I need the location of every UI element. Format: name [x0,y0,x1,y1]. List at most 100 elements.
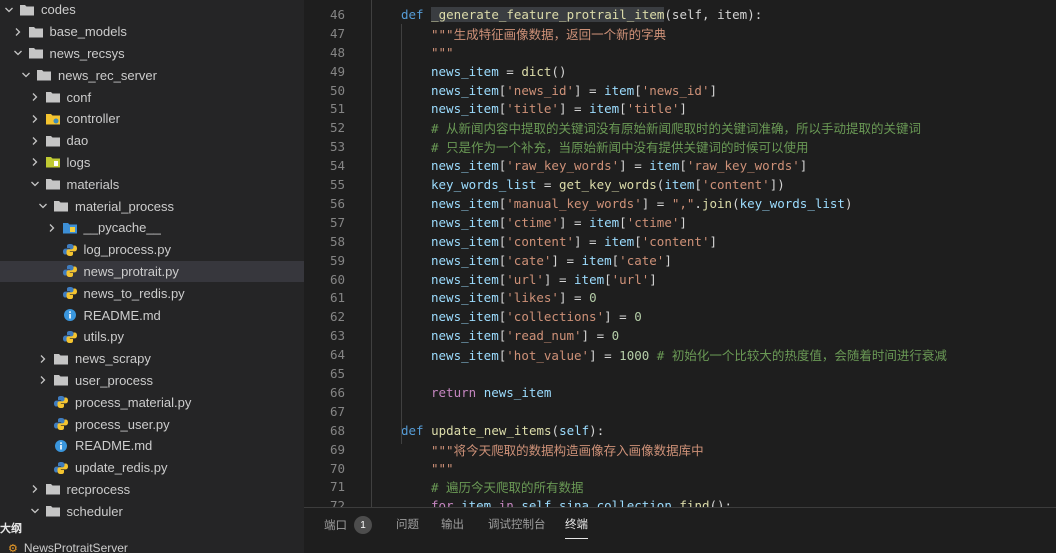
python-file-icon [62,286,78,300]
tree-item-label: news_to_redis.py [83,285,185,301]
code-line[interactable]: 58 news_item['content'] = item['content'] [304,232,1056,251]
tree-folder[interactable]: dao [0,130,304,152]
code-text: # 只是作为一个补充，当原始新闻中没有提供关键词的时候可以使用 [431,137,809,156]
tree-folder[interactable]: news_rec_server [0,64,304,86]
tree-item-label: README.md [83,307,161,323]
code-line[interactable]: 65 [304,364,1056,383]
code-token: 'hot_value' [506,348,590,364]
panel-tab[interactable]: 问题 [396,516,419,532]
chevron-right-icon[interactable] [36,352,50,366]
code-text: # 遍历今天爬取的所有数据 [431,477,584,496]
line-number: 62 [329,309,345,325]
code-line[interactable]: 54 news_item['raw_key_words'] = item['raw… [304,156,1056,175]
code-line[interactable]: 62 news_item['collections'] = 0 [304,307,1056,326]
tree-folder[interactable]: material_process [0,195,304,217]
python-file-icon [53,461,69,475]
tree-file[interactable]: news_to_redis.py [0,282,304,304]
chevron-right-icon[interactable] [28,112,42,126]
code-token: ] = [543,271,575,287]
tree-folder[interactable]: materials [0,173,304,195]
code-line[interactable]: 61 news_item['likes'] = 0 [304,289,1056,308]
outline-header[interactable]: 大纲 [0,518,304,538]
tree-file[interactable]: utils.py [0,326,304,348]
chevron-down-icon[interactable] [36,199,50,213]
code-line[interactable]: 64 news_item['hot_value'] = 1000 # 初始化一个比… [304,345,1056,364]
panel-tab-label: 端口 [324,520,347,532]
tree-file[interactable]: process_material.py [0,391,304,413]
tree-item-label: conf [66,89,92,105]
code-line[interactable]: 48 """ [304,43,1056,62]
code-line[interactable]: 59 news_item['cate'] = item['cate'] [304,251,1056,270]
chevron-down-icon[interactable] [11,46,25,60]
tree-file[interactable]: README.md [0,304,304,326]
chevron-right-icon[interactable] [45,221,59,235]
code-token: 'manual_key_words' [506,195,642,211]
code-line[interactable]: 51 news_item['title'] = item['title'] [304,100,1056,119]
chevron-down-icon[interactable] [19,68,33,82]
tree-file[interactable]: README.md [0,435,304,457]
panel-tab[interactable]: 输出 [441,516,464,532]
code-token: 'news_id' [506,82,574,98]
tree-folder[interactable]: codes [0,0,304,21]
folder-icon [45,90,61,104]
panel-tab[interactable]: 端口 1 [324,516,372,534]
chevron-right-icon[interactable] [28,90,42,104]
tree-folder[interactable]: base_models [0,21,304,43]
code-line[interactable]: 69 """将今天爬取的数据构造画像存入画像数据库中 [304,440,1056,459]
code-token: ): [589,422,605,438]
tree-file[interactable]: process_user.py [0,413,304,435]
chevron-right-icon[interactable] [28,482,42,496]
code-line[interactable]: 68 def update_new_items(self): [304,421,1056,440]
tree-folder[interactable]: user_process [0,370,304,392]
tree-folder[interactable]: recprocess [0,479,304,501]
code-line[interactable]: 50 news_item['news_id'] = item['news_id'] [304,81,1056,100]
tree-file[interactable]: log_process.py [0,239,304,261]
code-token: item [604,233,635,249]
outline-item-label: NewsProtraitServer [23,541,128,553]
chevron-down-icon[interactable] [28,177,42,191]
tree-file[interactable]: update_redis.py [0,457,304,479]
chevron-right-icon[interactable] [36,373,50,387]
code-token: 'content' [641,233,710,249]
code-text: # 从新闻内容中提取的关键词没有原始新闻爬取时的关键词准确，所以手动提取的关键词 [431,118,921,137]
code-line[interactable]: 57 news_item['ctime'] = item['ctime'] [304,213,1056,232]
code-text: """生成特征画像数据，返回一个新的字典 [431,24,666,43]
code-token: news_item [431,328,499,344]
code-line[interactable]: 63 news_item['read_num'] = 0 [304,326,1056,345]
code-line[interactable]: 70 """ [304,459,1056,478]
folder-icon [53,199,69,213]
tree-folder[interactable]: controller [0,108,304,130]
chevron-right-icon[interactable] [11,25,25,39]
tree-folder[interactable]: news_recsys [0,43,304,65]
chevron-right-icon[interactable] [28,134,42,148]
code-line[interactable]: 71 # 遍历今天爬取的所有数据 [304,478,1056,497]
line-number: 54 [329,158,345,174]
code-line[interactable]: 55 key_words_list = get_key_words(item['c… [304,175,1056,194]
chevron-down-icon[interactable] [28,504,42,518]
code-line[interactable]: 46 def _generate_feature_protrail_item(se… [304,5,1056,24]
code-line[interactable]: 66 return news_item [304,383,1056,402]
tree-folder[interactable]: news_scrapy [0,348,304,370]
tree-folder[interactable]: conf [0,86,304,108]
code-line[interactable]: 47 """生成特征画像数据，返回一个新的字典 [304,24,1056,43]
code-token: ] = [558,214,590,230]
code-line[interactable]: 52 # 从新闻内容中提取的关键词没有原始新闻爬取时的关键词准确，所以手动提取的关… [304,118,1056,137]
code-line[interactable]: 67 [304,402,1056,421]
outline-item[interactable]: ⚙ NewsProtraitServer [0,538,304,553]
panel-tab[interactable]: 终端 [565,516,588,539]
code-editor[interactable]: 46 def _generate_feature_protrail_item(se… [304,0,1056,507]
chevron-down-icon[interactable] [2,3,16,17]
code-line[interactable]: 53 # 只是作为一个补充，当原始新闻中没有提供关键词的时候可以使用 [304,137,1056,156]
tree-item-label: news_rec_server [58,67,157,83]
code-line[interactable]: 56 news_item['manual_key_words'] = ",".jo… [304,194,1056,213]
chevron-right-icon[interactable] [28,155,42,169]
panel-tab[interactable]: 调试控制台 [488,516,546,532]
tree-folder[interactable]: logs [0,152,304,174]
code-line[interactable]: 60 news_item['url'] = item['url'] [304,270,1056,289]
tree-folder[interactable]: __pycache__ [0,217,304,239]
code-line[interactable]: 49 news_item = dict() [304,62,1056,81]
code-line[interactable]: 72 for item in self.sina_collection.find(… [304,496,1056,507]
tree-file[interactable]: news_protrait.py [0,260,304,283]
